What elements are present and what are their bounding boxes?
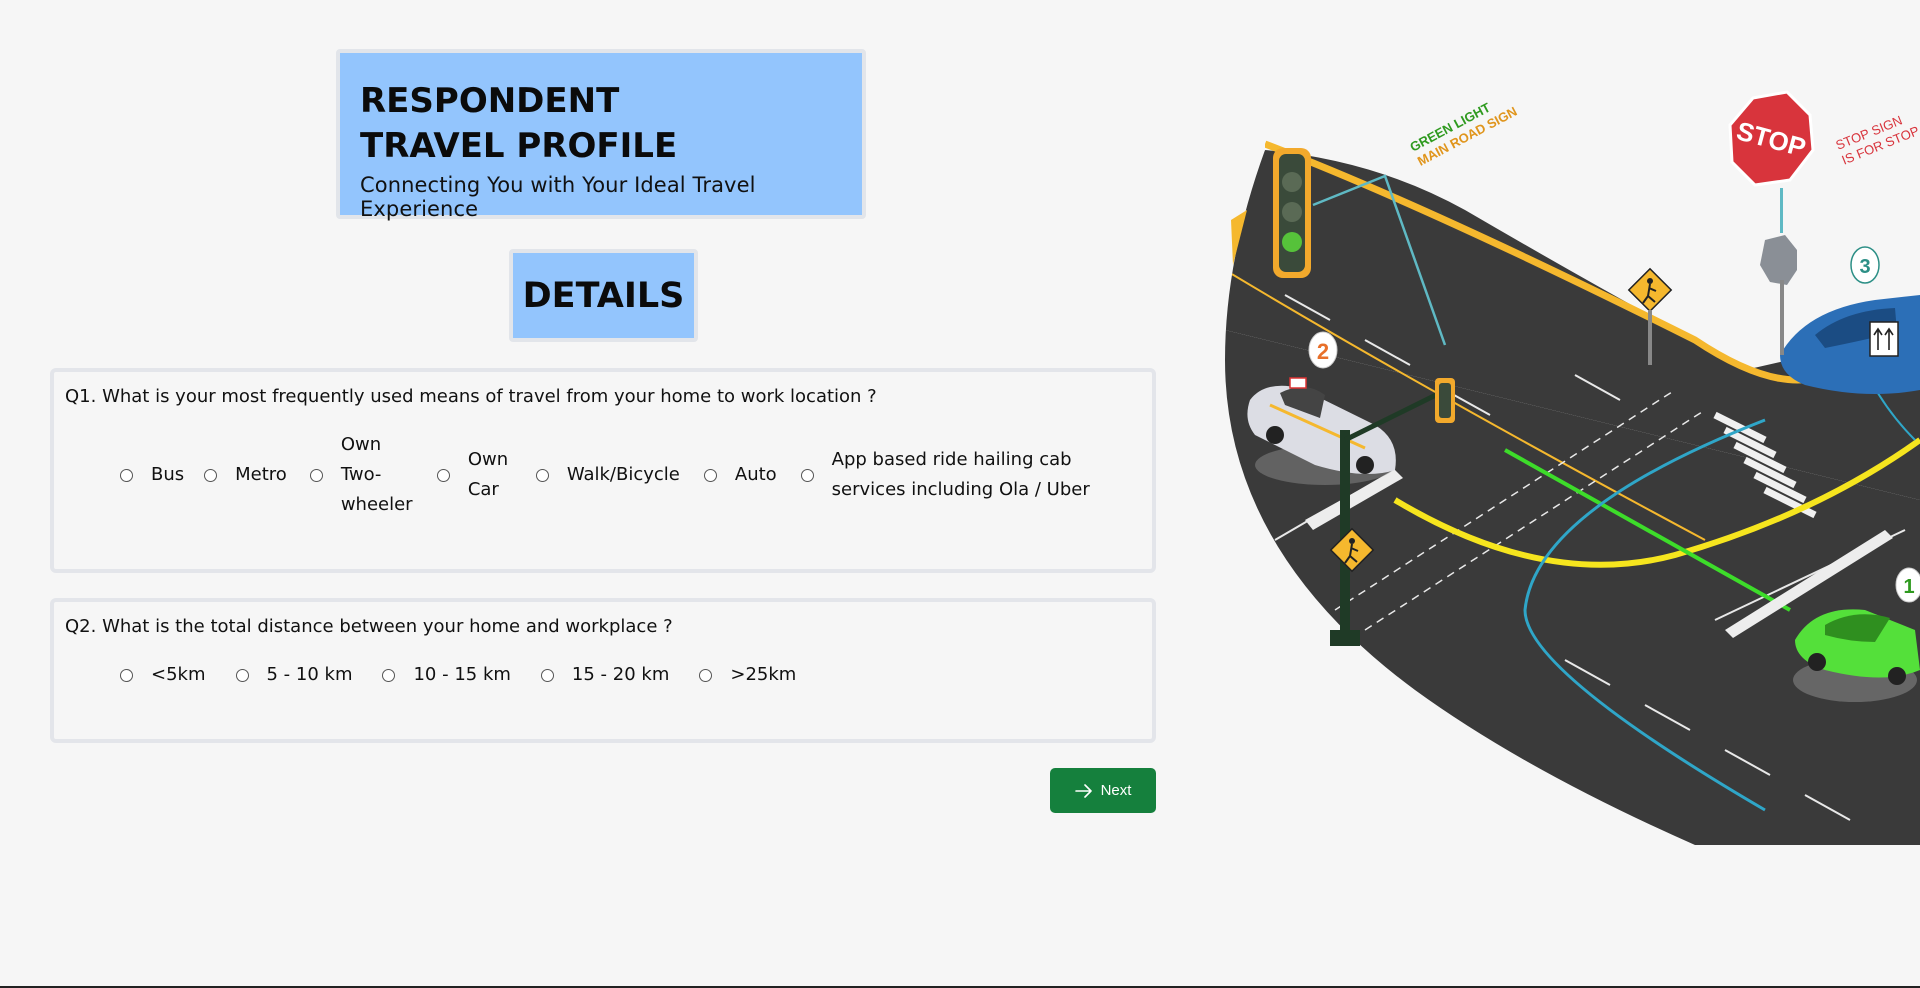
- radio-button[interactable]: [436, 468, 450, 482]
- option-label: Own Car: [467, 449, 509, 500]
- radio-button[interactable]: [535, 468, 549, 482]
- page-title: RESPONDENT TRAVEL PROFILE: [360, 79, 842, 169]
- option-auto[interactable]: Auto: [703, 460, 777, 490]
- radio-button[interactable]: [120, 468, 133, 482]
- stop-sign-icon: STOP: [1728, 90, 1815, 355]
- title-line-1: RESPONDENT: [360, 81, 620, 121]
- option-label: <5km: [151, 664, 206, 685]
- title-line-2: TRAVEL PROFILE: [360, 126, 678, 166]
- option-gt-25km[interactable]: >25km: [699, 660, 796, 690]
- section-title: DETAILS: [522, 275, 685, 316]
- option-5-10km[interactable]: 5 - 10 km: [235, 660, 353, 690]
- blue-car: [1780, 295, 1920, 394]
- option-walk-bicycle[interactable]: Walk/Bicycle: [535, 460, 680, 490]
- radio-button[interactable]: [382, 668, 396, 682]
- svg-text:2: 2: [1317, 339, 1329, 364]
- radio-button[interactable]: [309, 468, 323, 482]
- option-own-two-wheeler[interactable]: Own Two-wheeler: [309, 430, 413, 520]
- page-subtitle: Connecting You with Your Ideal Travel Ex…: [360, 173, 756, 221]
- radio-button[interactable]: [800, 468, 814, 482]
- details-banner: DETAILS: [509, 249, 698, 342]
- svg-text:1: 1: [1903, 576, 1914, 598]
- option-lt-5km[interactable]: <5km: [120, 660, 206, 690]
- title-banner: RESPONDENT TRAVEL PROFILE Connecting You…: [336, 49, 866, 221]
- next-button[interactable]: Next: [1050, 768, 1156, 813]
- option-label: >25km: [730, 664, 797, 685]
- svg-text:3: 3: [1859, 256, 1870, 278]
- radio-button[interactable]: [204, 468, 218, 482]
- radio-button[interactable]: [120, 668, 133, 682]
- option-15-20km[interactable]: 15 - 20 km: [540, 660, 670, 690]
- option-label: Auto: [734, 464, 777, 485]
- question-card-q2: Q2. What is the total distance between y…: [50, 598, 1156, 743]
- option-label: Walk/Bicycle: [566, 464, 680, 485]
- option-bus[interactable]: Bus: [120, 460, 184, 490]
- option-label: Metro: [235, 464, 287, 485]
- next-button-label: Next: [1100, 782, 1132, 799]
- stop-sign-label: STOP SIGN IS FOR STOP A: [1834, 113, 1920, 168]
- option-label: 10 - 15 km: [413, 664, 511, 685]
- radio-button[interactable]: [699, 668, 713, 682]
- option-label: App based ride hailing cab services incl…: [831, 449, 1090, 500]
- option-own-car[interactable]: Own Car: [436, 445, 518, 505]
- marker-1: 1: [1895, 567, 1920, 603]
- question-text: Q2. What is the total distance between y…: [65, 616, 673, 637]
- option-label: Own Two-wheeler: [340, 434, 413, 515]
- option-10-15km[interactable]: 10 - 15 km: [382, 660, 511, 690]
- radio-button[interactable]: [235, 668, 249, 682]
- marker-3: 3: [1850, 246, 1880, 284]
- option-label: Bus: [151, 464, 185, 485]
- radio-button[interactable]: [540, 668, 554, 682]
- option-label: 5 - 10 km: [266, 664, 353, 685]
- option-metro[interactable]: Metro: [204, 460, 287, 490]
- road-intersection-illustration: GREEN LIGHT MAIN ROAD SIGN STOP STOP SIG…: [1225, 90, 1920, 845]
- radio-button[interactable]: [703, 468, 717, 482]
- q1-options: Bus Metro Own Two-wheeler Own Car Walk/B…: [120, 430, 1116, 520]
- option-app-cab[interactable]: App based ride hailing cab services incl…: [800, 445, 1102, 505]
- marker-2: 2: [1308, 331, 1338, 369]
- arrow-right-icon: [1074, 783, 1092, 798]
- option-label: 15 - 20 km: [571, 664, 670, 685]
- question-card-q1: Q1. What is your most frequently used me…: [50, 368, 1156, 573]
- question-text: Q1. What is your most frequently used me…: [65, 386, 877, 407]
- green-light-label: GREEN LIGHT MAIN ROAD SIGN: [1407, 100, 1519, 169]
- q2-options: <5km 5 - 10 km 10 - 15 km 15 - 20 km >25…: [120, 660, 810, 690]
